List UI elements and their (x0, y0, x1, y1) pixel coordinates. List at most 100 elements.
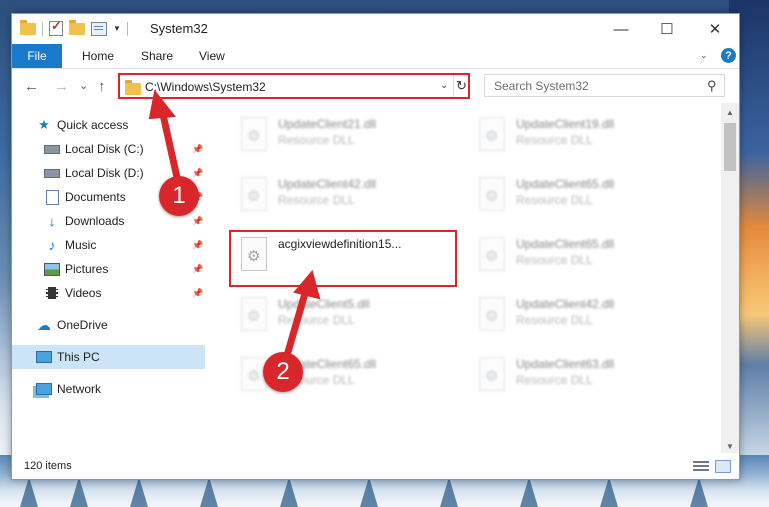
sidebar-item-onedrive[interactable]: ☁ OneDrive (12, 313, 205, 337)
status-bar: 120 items (12, 455, 739, 479)
sidebar-item-this-pc[interactable]: This PC (12, 345, 205, 369)
scroll-down-icon[interactable]: ▼ (721, 439, 739, 453)
dll-file-icon (241, 297, 267, 331)
address-bar[interactable]: C:\Windows\System32 ⌄ ↻ (118, 73, 470, 99)
sidebar-item-label: Local Disk (D:) (65, 166, 144, 180)
file-item[interactable]: UpdateClient5.dll Resource DLL (233, 293, 453, 341)
pin-icon[interactable]: 📌 (192, 288, 203, 299)
help-icon[interactable]: ? (721, 48, 736, 63)
file-name: UpdateClient42.dll (278, 177, 377, 191)
search-box[interactable]: Search System32 ⚲ (484, 74, 725, 97)
refresh-button[interactable]: ↻ (453, 75, 469, 97)
drive-icon (44, 142, 60, 156)
close-button[interactable]: ✕ (692, 14, 738, 44)
vertical-scrollbar[interactable]: ▲ ▼ (721, 103, 739, 453)
file-item[interactable]: UpdateClient21.dll Resource DLL (233, 113, 453, 161)
tab-share[interactable]: Share (141, 44, 173, 68)
file-item[interactable]: UpdateClient19.dll Resource DLL (471, 113, 691, 161)
toolbar-divider (126, 21, 128, 36)
address-dropdown-icon[interactable]: ⌄ (440, 80, 448, 91)
tab-file[interactable]: File (12, 44, 62, 68)
sidebar-item-label: Quick access (57, 118, 129, 132)
maximize-button[interactable]: ☐ (644, 14, 690, 44)
sidebar-item-label: Music (65, 238, 97, 252)
file-item[interactable]: UpdateClient42.dll Resource DLL (233, 173, 453, 221)
search-input[interactable]: Search System32 (494, 79, 589, 93)
star-icon: ★ (38, 117, 50, 132)
folder-icon (125, 80, 141, 95)
sidebar-item-label: This PC (57, 350, 100, 364)
scroll-up-icon[interactable]: ▲ (721, 105, 739, 119)
navigation-pane: ★ Quick access Local Disk (C:) 📌 Local D… (12, 103, 205, 453)
file-name: UpdateClient63.dll (516, 357, 615, 371)
documents-icon (44, 189, 60, 205)
music-icon: ♪ (48, 237, 56, 253)
toolbar-divider (42, 21, 43, 36)
folder-icon (20, 19, 36, 35)
dll-file-icon (479, 297, 505, 331)
file-type: Resource DLL (516, 193, 593, 207)
file-item[interactable]: UpdateClient65.dll Resource DLL (471, 233, 691, 281)
network-icon (36, 382, 52, 396)
file-type: Resource DLL (516, 133, 593, 147)
file-name: UpdateClient21.dll (278, 117, 377, 131)
sidebar-item-videos[interactable]: Videos 📌 (12, 281, 205, 305)
sidebar-item-label: Local Disk (C:) (65, 142, 144, 156)
step-1-badge: 1 (159, 176, 199, 216)
back-button[interactable]: ← (24, 78, 39, 95)
title-bar: ▼ System32 — ☐ ✕ (12, 14, 739, 44)
pin-icon[interactable]: 📌 (192, 144, 203, 155)
pin-icon[interactable]: 📌 (192, 168, 203, 179)
pin-icon[interactable]: 📌 (192, 264, 203, 275)
dll-file-icon (241, 117, 267, 151)
file-name: UpdateClient65.dll (516, 177, 615, 191)
step-2-badge: 2 (263, 352, 303, 392)
highlight-file-box (229, 230, 457, 287)
file-type: Resource DLL (516, 373, 593, 387)
file-name: UpdateClient5.dll (278, 297, 370, 311)
minimize-button[interactable]: — (598, 14, 644, 44)
videos-icon (44, 286, 60, 300)
sidebar-item-pictures[interactable]: Pictures 📌 (12, 257, 205, 281)
sidebar-item-label: Pictures (65, 262, 109, 276)
forward-button[interactable]: → (54, 78, 69, 95)
ribbon-tabs: File Home Share View ⌄ ? (12, 44, 739, 69)
file-name: UpdateClient42.dll (516, 297, 615, 311)
new-folder-icon[interactable] (69, 19, 85, 35)
details-view-icon[interactable] (693, 461, 709, 473)
sidebar-item-quick-access[interactable]: ★ Quick access (12, 113, 205, 137)
large-icons-view-icon[interactable] (715, 460, 731, 473)
sidebar-item-network[interactable]: Network (12, 377, 205, 401)
sidebar-item-local-disk-c[interactable]: Local Disk (C:) 📌 (12, 137, 205, 161)
properties-icon[interactable] (91, 21, 107, 36)
recent-locations-button[interactable]: ⌄ (79, 79, 88, 92)
qat-dropdown-icon[interactable]: ▼ (113, 24, 121, 33)
window-title: System32 (150, 21, 208, 36)
sidebar-item-label: Videos (65, 286, 102, 300)
file-type: Resource DLL (278, 193, 355, 207)
computer-icon (36, 350, 52, 364)
file-type: Resource DLL (516, 313, 593, 327)
quick-access-toolbar: ▼ (20, 18, 128, 36)
file-item[interactable]: UpdateClient65.dll Resource DLL (471, 173, 691, 221)
pin-icon[interactable]: 📌 (192, 216, 203, 227)
sidebar-item-music[interactable]: ♪ Music 📌 (12, 233, 205, 257)
file-item[interactable]: UpdateClient63.dll Resource DLL (471, 353, 691, 401)
file-type: Resource DLL (516, 253, 593, 267)
navigation-bar: ← → ⌄ ↑ C:\Windows\System32 ⌄ ↻ Search S… (12, 69, 739, 103)
scroll-thumb[interactable] (724, 123, 736, 171)
up-button[interactable]: ↑ (98, 78, 106, 95)
tab-home[interactable]: Home (82, 44, 114, 68)
file-name: UpdateClient65.dll (516, 237, 615, 251)
file-item[interactable]: UpdateClient42.dll Resource DLL (471, 293, 691, 341)
file-name: UpdateClient19.dll (516, 117, 615, 131)
tab-view[interactable]: View (199, 44, 225, 68)
dll-file-icon (241, 177, 267, 211)
sidebar-item-label: Documents (65, 190, 126, 204)
properties-check-icon[interactable] (49, 18, 63, 36)
search-icon: ⚲ (707, 78, 717, 93)
sidebar-item-label: Network (57, 382, 102, 396)
expand-ribbon-icon[interactable]: ⌄ (700, 50, 708, 61)
address-path[interactable]: C:\Windows\System32 (145, 80, 266, 94)
pin-icon[interactable]: 📌 (192, 240, 203, 251)
